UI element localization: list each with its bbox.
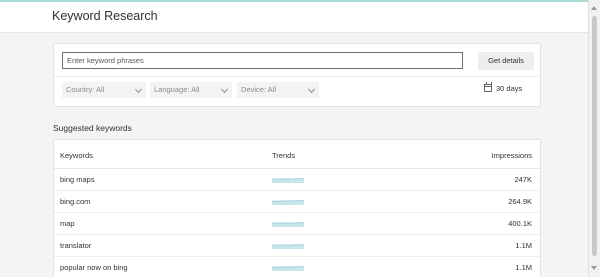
impressions-cell: 1.1M — [515, 263, 532, 272]
impressions-cell: 1.1M — [515, 241, 532, 250]
date-range-picker[interactable]: 30 days — [484, 82, 523, 93]
trend-sparkline — [272, 266, 304, 271]
suggested-keywords-heading: Suggested keywords — [53, 123, 132, 133]
table-row[interactable]: popular now on bing 1.1M — [54, 257, 540, 277]
country-filter-dropdown[interactable]: Country: All — [62, 82, 146, 98]
card-divider — [54, 76, 540, 77]
date-range-label: 30 days — [496, 84, 523, 93]
chevron-down-icon — [307, 85, 316, 94]
impressions-cell: 247K — [514, 175, 532, 184]
chevron-down-icon — [220, 85, 229, 94]
keyword-cell[interactable]: bing.com — [60, 197, 90, 206]
table-row[interactable]: bing.com 264.9K — [54, 191, 540, 213]
column-header-trends[interactable]: Trends — [272, 151, 295, 160]
trend-sparkline — [272, 178, 304, 183]
suggested-keywords-table: Keywords Trends Impressions bing maps 24… — [53, 139, 541, 277]
vertical-scrollbar[interactable] — [588, 0, 600, 277]
device-filter-dropdown[interactable]: Device: All — [237, 82, 319, 98]
page-header: Keyword Research — [0, 2, 588, 33]
keyword-search-input[interactable] — [62, 52, 463, 69]
table-row[interactable]: bing maps 247K — [54, 169, 540, 191]
language-filter-dropdown[interactable]: Language: All — [150, 82, 232, 98]
chevron-down-icon — [134, 85, 143, 94]
country-filter-label: Country: All — [66, 85, 105, 94]
search-card: Get details Country: All Language: All D… — [53, 43, 541, 107]
scroll-thumb[interactable] — [592, 16, 597, 256]
column-header-keywords[interactable]: Keywords — [60, 151, 93, 160]
trend-sparkline — [272, 244, 304, 249]
scroll-down-icon[interactable] — [591, 266, 597, 270]
scroll-up-icon[interactable] — [591, 6, 597, 10]
trend-sparkline — [272, 200, 304, 205]
get-details-button[interactable]: Get details — [478, 52, 534, 70]
impressions-cell: 264.9K — [508, 197, 532, 206]
trend-sparkline — [272, 222, 304, 227]
device-filter-label: Device: All — [241, 85, 277, 94]
keyword-cell[interactable]: translator — [60, 241, 91, 250]
keyword-cell[interactable]: bing maps — [60, 175, 95, 184]
keyword-cell[interactable]: popular now on bing — [60, 263, 128, 272]
calendar-icon — [484, 82, 492, 92]
impressions-cell: 400.1K — [508, 219, 532, 228]
page-title: Keyword Research — [52, 9, 158, 23]
table-row[interactable]: translator 1.1M — [54, 235, 540, 257]
language-filter-label: Language: All — [154, 85, 200, 94]
keyword-cell[interactable]: map — [60, 219, 75, 228]
column-header-impressions[interactable]: Impressions — [492, 151, 532, 160]
table-row[interactable]: map 400.1K — [54, 213, 540, 235]
